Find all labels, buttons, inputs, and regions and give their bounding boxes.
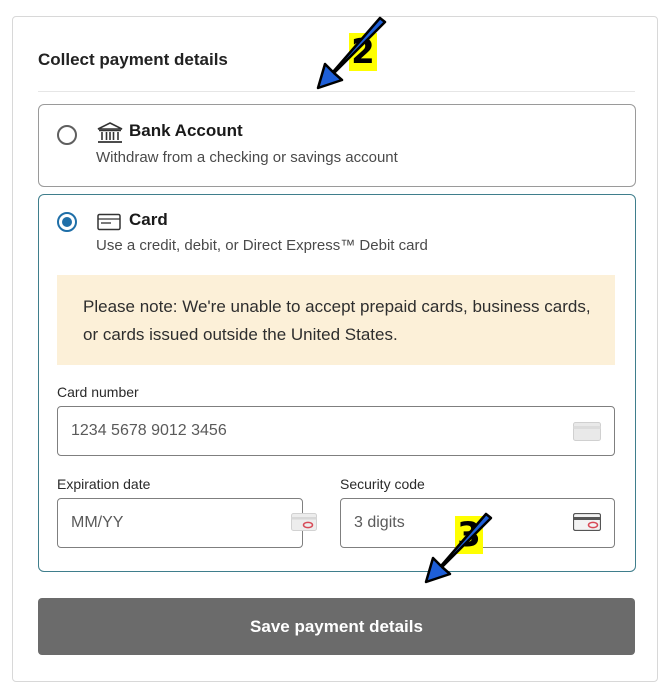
- security-code-label: Security code: [340, 476, 425, 492]
- card-icon: [97, 213, 121, 236]
- section-title: Collect payment details: [38, 50, 228, 69]
- card-number-label: Card number: [57, 384, 139, 400]
- card-label: Card: [129, 210, 168, 229]
- prepaid-card-notice: Please note: We're unable to accept prep…: [57, 275, 615, 365]
- card-expiry-icon: [291, 513, 317, 536]
- step-2-arrow-icon: [316, 16, 387, 90]
- card-description: Use a credit, debit, or Direct Express™ …: [96, 237, 428, 254]
- cvv-icon: [572, 512, 602, 536]
- card-number-field[interactable]: 1234 5678 9012 3456: [57, 406, 615, 456]
- expiration-date-field[interactable]: MM/YY: [57, 498, 303, 548]
- bank-account-description: Withdraw from a checking or savings acco…: [96, 149, 398, 166]
- step-3-arrow-icon: [424, 512, 493, 584]
- card-radio[interactable]: [57, 212, 77, 232]
- expiration-date-label: Expiration date: [57, 476, 151, 492]
- card-option[interactable]: Card Use a credit, debit, or Direct Expr…: [38, 194, 636, 572]
- bank-icon: [97, 122, 123, 149]
- bank-account-radio[interactable]: [57, 125, 77, 145]
- card-type-icon: [573, 422, 601, 446]
- save-payment-details-button[interactable]: Save payment details: [38, 598, 635, 655]
- bank-account-option[interactable]: Bank Account Withdraw from a checking or…: [38, 104, 636, 187]
- bank-account-label: Bank Account: [129, 121, 243, 140]
